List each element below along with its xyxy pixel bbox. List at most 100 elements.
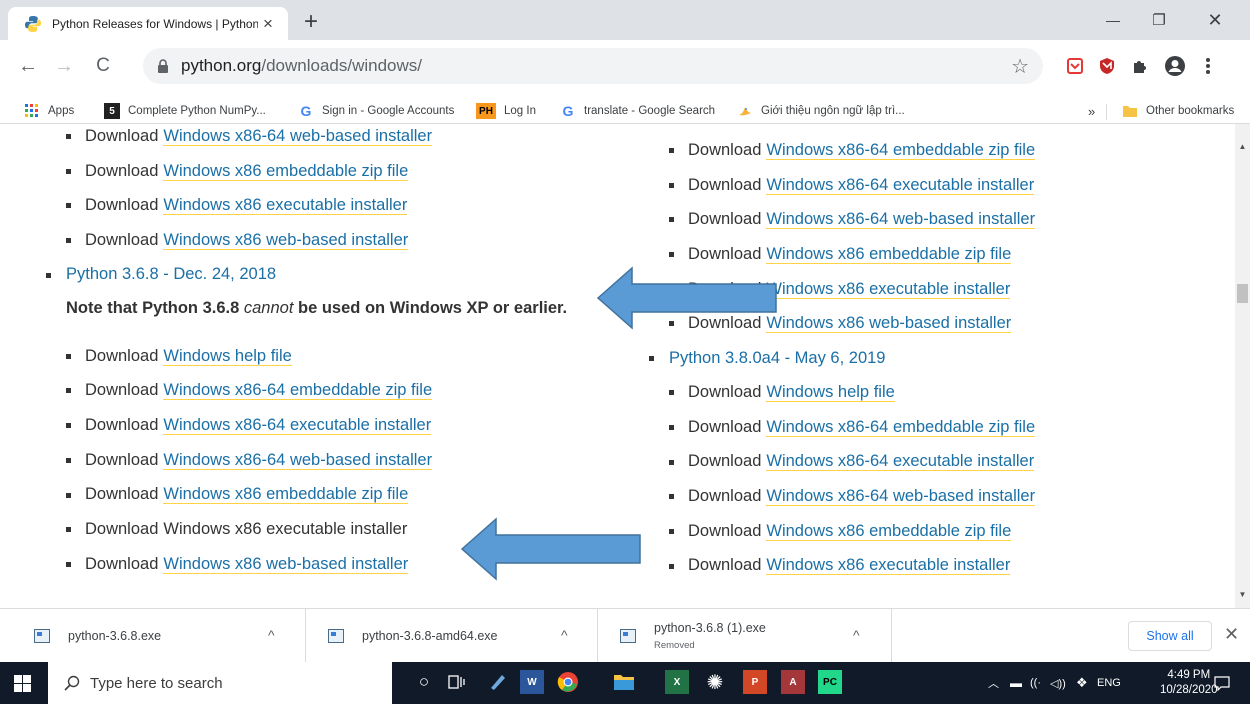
cortana-icon[interactable]: ○: [412, 670, 436, 694]
download-link[interactable]: Windows x86-64 embeddable zip file: [163, 381, 433, 401]
tab-close-icon[interactable]: ×: [258, 14, 278, 34]
window-close-button[interactable]: ✕: [1192, 0, 1238, 40]
forward-button[interactable]: →: [48, 50, 80, 82]
scroll-down-icon[interactable]: ▼: [1238, 590, 1247, 599]
release-link[interactable]: Python 3.8.0a4 - May 6, 2019: [669, 349, 885, 368]
list-item: Download Windows x86-64 web-based install…: [66, 124, 640, 154]
download-link[interactable]: Windows x86 web-based installer: [766, 314, 1012, 334]
scroll-thumb[interactable]: [1237, 284, 1248, 303]
chevron-up-icon[interactable]: ^: [268, 627, 275, 643]
download-link[interactable]: Windows x86-64 web-based installer: [163, 127, 433, 146]
download-item[interactable]: python-3.6.8 (1).exe Removed ^: [598, 609, 892, 663]
show-all-button[interactable]: Show all: [1128, 621, 1212, 651]
restore-button[interactable]: ❐: [1136, 0, 1182, 40]
bookmark-log-in[interactable]: PH Log In: [476, 101, 536, 121]
bookmark-gioi-thieu[interactable]: Giới thiệu ngôn ngữ lập trì...: [737, 101, 905, 121]
wifi-icon[interactable]: ((·: [1030, 662, 1041, 704]
exe-file-icon: [34, 629, 50, 643]
bookmark-label: Apps: [48, 105, 75, 117]
download-link[interactable]: Windows x86-64 embeddable zip file: [766, 418, 1036, 437]
scroll-up-icon[interactable]: ▲: [1238, 142, 1247, 151]
download-link[interactable]: Windows x86 executable installer: [766, 556, 1011, 576]
download-link[interactable]: Windows x86-64 executable installer: [163, 416, 432, 435]
app-icon[interactable]: [486, 670, 510, 694]
chevron-up-icon[interactable]: ^: [561, 627, 568, 643]
language-indicator[interactable]: ENG: [1097, 662, 1121, 704]
page-scrollbar[interactable]: ▲ ▼: [1235, 124, 1250, 608]
tab-python-releases[interactable]: Python Releases for Windows | Python.org…: [8, 7, 288, 40]
menu-kebab-icon[interactable]: [1196, 54, 1220, 78]
download-link[interactable]: Windows x86 executable installer: [163, 196, 408, 216]
feedly-extension-icon[interactable]: [1063, 54, 1087, 78]
annotation-arrow-upper: [596, 266, 777, 330]
download-link[interactable]: Windows x86-64 executable installer: [766, 452, 1035, 472]
dropbox-icon[interactable]: ❖: [1076, 662, 1088, 704]
excel-icon[interactable]: X: [665, 670, 689, 694]
url-text: python.org/downloads/windows/: [181, 56, 422, 76]
download-link[interactable]: Windows x86 embeddable zip file: [766, 245, 1012, 264]
reload-button[interactable]: C: [87, 50, 119, 82]
download-link[interactable]: Windows x86 embeddable zip file: [766, 522, 1012, 541]
chevron-up-icon[interactable]: ^: [853, 627, 860, 643]
other-bookmarks[interactable]: Other bookmarks: [1122, 101, 1234, 121]
list-item: Download Windows x86 web-based installer: [66, 223, 640, 258]
download-link[interactable]: Windows x86 executable installer: [766, 280, 1011, 299]
minimize-button[interactable]: —: [1090, 0, 1136, 40]
download-link[interactable]: Windows x86-64 web-based installer: [766, 210, 1036, 230]
pycharm-icon[interactable]: PC: [818, 670, 842, 694]
download-link-visited[interactable]: Windows x86 executable installer: [163, 520, 407, 539]
powerpoint-icon[interactable]: P: [743, 670, 767, 694]
file-explorer-icon[interactable]: [612, 670, 636, 694]
bookmarks-overflow-button[interactable]: »: [1088, 101, 1095, 121]
mcafee-shield-icon[interactable]: [1095, 54, 1119, 78]
taskbar-search-box[interactable]: Type here to search: [48, 662, 392, 704]
bookmark-google-accounts[interactable]: G Sign in - Google Accounts: [298, 101, 455, 121]
spider-app-icon[interactable]: ✺: [703, 670, 727, 694]
notification-center-icon[interactable]: [1214, 675, 1230, 691]
item-prefix: Download: [85, 450, 159, 469]
tab-strip: Python Releases for Windows | Python.org…: [0, 0, 1250, 40]
access-icon[interactable]: A: [781, 670, 805, 694]
download-link[interactable]: Windows help file: [766, 383, 895, 402]
item-prefix: Download: [85, 196, 159, 215]
task-view-icon[interactable]: [445, 670, 469, 694]
download-link[interactable]: Windows x86 web-based installer: [163, 555, 409, 574]
list-item: Download Windows x86-64 executable instal…: [669, 445, 1203, 480]
bookmark-apps[interactable]: Apps: [24, 101, 74, 121]
download-item[interactable]: python-3.6.8-amd64.exe ^: [306, 609, 598, 663]
bookmark-star-icon[interactable]: ☆: [1011, 54, 1029, 79]
clock-time: 4:49 PM: [1167, 669, 1211, 681]
tray-chevron-icon[interactable]: ︿: [988, 662, 999, 704]
download-link[interactable]: Windows x86 embeddable zip file: [163, 162, 409, 181]
release-link[interactable]: Python 3.6.8 - Dec. 24, 2018: [66, 265, 276, 284]
download-link[interactable]: Windows x86-64 web-based installer: [163, 451, 433, 470]
download-link[interactable]: Windows x86-64 executable installer: [766, 176, 1035, 195]
bookmark-translate[interactable]: G translate - Google Search: [560, 101, 716, 121]
taskbar-clock[interactable]: 4:49 PM 10/28/2020: [1160, 668, 1218, 698]
download-link[interactable]: Windows help file: [163, 347, 292, 366]
lock-icon: [158, 58, 168, 73]
extensions-puzzle-icon[interactable]: [1128, 54, 1152, 78]
download-link[interactable]: Windows x86 web-based installer: [163, 231, 409, 250]
new-tab-button[interactable]: +: [297, 9, 325, 37]
list-item: Download Windows x86-64 web-based install…: [669, 202, 1203, 237]
battery-icon[interactable]: ▬: [1010, 662, 1022, 704]
download-link[interactable]: Windows x86-64 web-based installer: [766, 487, 1036, 507]
address-bar[interactable]: python.org/downloads/windows/ ☆: [143, 48, 1043, 84]
bookmark-numpy[interactable]: 5 Complete Python NumPy...: [104, 101, 266, 121]
download-item[interactable]: python-3.6.8.exe ^: [0, 609, 306, 663]
word-icon[interactable]: W: [520, 670, 544, 694]
download-filename: python-3.6.8-amd64.exe: [362, 629, 498, 643]
close-download-bar-icon[interactable]: ✕: [1224, 624, 1239, 645]
list-item: Download Windows x86-64 embeddable zip fi…: [669, 410, 1203, 445]
download-link[interactable]: Windows x86-64 embeddable zip file: [766, 141, 1036, 160]
profile-avatar-icon[interactable]: [1163, 54, 1187, 78]
download-link[interactable]: Windows x86 embeddable zip file: [163, 485, 409, 505]
chrome-icon[interactable]: [556, 670, 580, 694]
windows-start-icon[interactable]: [14, 675, 31, 692]
volume-icon[interactable]: ◁)): [1050, 662, 1066, 704]
search-placeholder: Type here to search: [90, 674, 223, 692]
back-button[interactable]: ←: [12, 50, 44, 82]
item-prefix: Download: [688, 382, 762, 401]
bookmark-label: Giới thiệu ngôn ngữ lập trì...: [761, 105, 905, 117]
